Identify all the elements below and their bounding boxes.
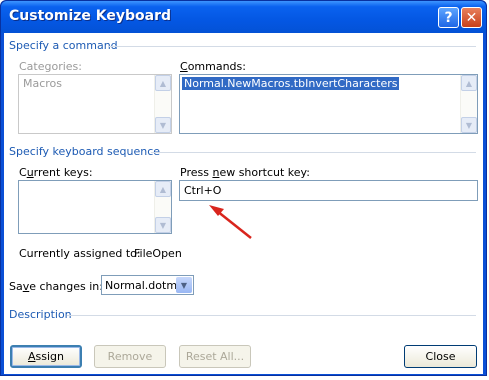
description-heading: Description: [9, 308, 72, 321]
currently-assigned-value: FileOpen: [134, 247, 182, 260]
window-title: Customize Keyboard: [9, 8, 172, 24]
chevron-down-icon[interactable]: ▼: [176, 277, 192, 293]
window-close-button[interactable]: ✕: [461, 7, 482, 28]
assign-button[interactable]: Assign: [10, 345, 82, 368]
annotation-arrow-icon: [209, 205, 252, 239]
reset-all-button[interactable]: Reset All...: [179, 345, 251, 368]
remove-button[interactable]: Remove: [94, 345, 166, 368]
section-divider: [67, 315, 476, 316]
close-button[interactable]: Close: [404, 345, 477, 368]
close-icon: ✕: [465, 9, 478, 26]
save-changes-value: Normal.dotm: [105, 279, 178, 292]
help-button[interactable]: ?: [438, 7, 459, 28]
currently-assigned-label: Currently assigned to:: [19, 247, 141, 260]
save-changes-select[interactable]: Normal.dotm ▼: [101, 275, 194, 295]
help-icon: ?: [444, 9, 453, 26]
title-bar[interactable]: Customize Keyboard ? ✕: [1, 1, 486, 33]
customize-keyboard-dialog: Customize Keyboard ? ✕ Specify a command…: [0, 0, 487, 376]
dialog-body: Specify a command Categories: Macros ▲ ▼…: [4, 33, 483, 374]
save-changes-label: Save changes in:: [9, 280, 103, 293]
